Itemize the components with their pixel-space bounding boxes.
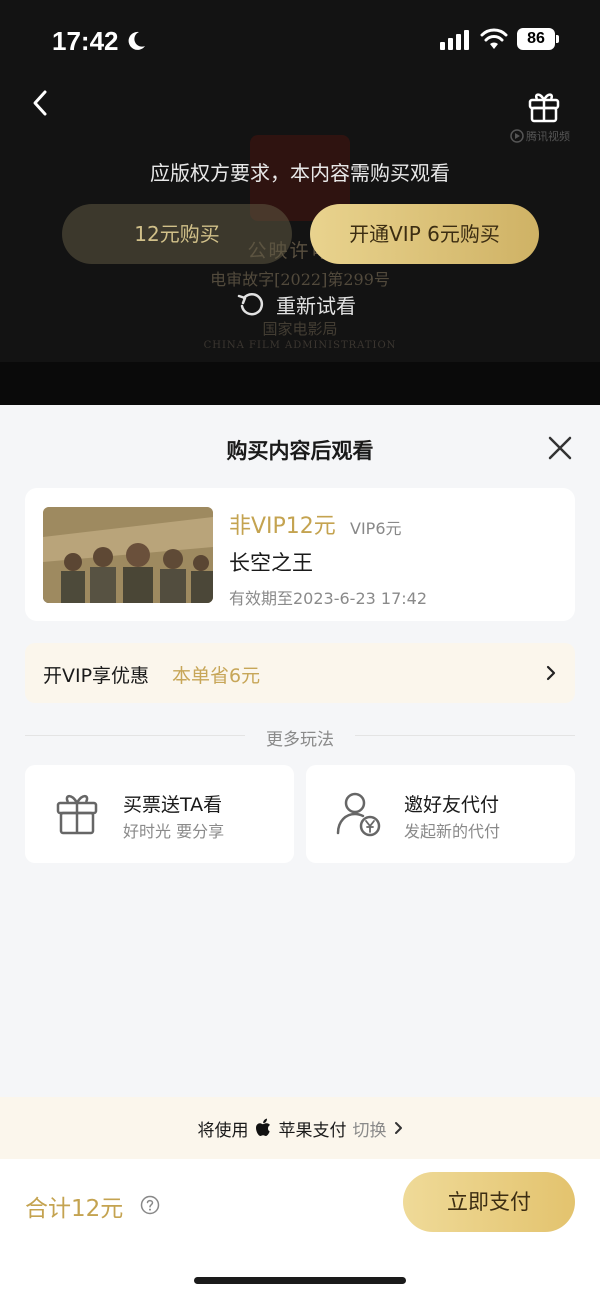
purchase-sheet: 购买内容后观看 非VIP12元 VIP6元 长空之王 有效期至2023-6-23… — [0, 405, 600, 1298]
user-yen-icon — [336, 792, 381, 837]
divider-right — [355, 735, 575, 736]
payment-method: 苹果支付 — [278, 1120, 347, 1141]
apple-icon — [255, 1118, 270, 1136]
back-icon[interactable] — [26, 88, 56, 118]
replay-icon — [237, 293, 264, 316]
close-icon[interactable] — [547, 435, 573, 461]
battery-indicator: 86 — [517, 28, 555, 50]
retry-preview-button[interactable]: 重新试看 — [236, 289, 356, 319]
vip-offer-row[interactable]: 开VIP享优惠 本单省6元 — [25, 643, 575, 703]
payment-method-row[interactable]: 将使用 苹果支付 切换 — [0, 1097, 600, 1159]
vip-offer-saving: 本单省6元 — [172, 665, 261, 687]
sheet-title: 购买内容后观看 — [226, 439, 374, 463]
payment-prefix: 将使用 — [197, 1120, 249, 1141]
validity-text: 有效期至2023-6-23 17:42 — [229, 589, 428, 608]
brand-watermark: 腾讯视频 — [510, 128, 570, 144]
video-player[interactable]: 公映许可证 电审故字[2022]第299号 国家电影局 CHINA FILM A… — [0, 0, 600, 405]
brand-name: 腾讯视频 — [526, 130, 570, 143]
gift-icon — [56, 794, 98, 835]
gift-icon[interactable] — [526, 88, 562, 124]
pay-now-button[interactable]: 立即支付 — [403, 1172, 575, 1232]
home-indicator[interactable] — [194, 1277, 406, 1284]
vip-price: VIP6元 — [350, 519, 402, 538]
vip-buy-button[interactable]: 开通VIP 6元购买 — [310, 204, 539, 264]
non-vip-price: 非VIP12元 — [229, 514, 336, 539]
poster-art — [43, 507, 213, 603]
status-bar: 17:42 86 — [0, 0, 600, 80]
retry-label: 重新试看 — [276, 293, 356, 318]
help-icon[interactable] — [140, 1195, 160, 1215]
buy-12-button[interactable]: 12元购买 — [62, 204, 292, 264]
copyright-notice: 应版权方要求，本内容需购买观看 — [150, 161, 450, 185]
status-time: 17:42 — [52, 26, 119, 56]
chevron-right-icon — [546, 665, 556, 681]
movie-title: 长空之王 — [229, 551, 313, 575]
content-card: 非VIP12元 VIP6元 长空之王 有效期至2023-6-23 17:42 — [25, 488, 575, 621]
gift-option-subtitle: 好时光 要分享 — [123, 822, 225, 841]
friend-pay-subtitle: 发起新的代付 — [404, 822, 501, 841]
signal-icon — [440, 30, 469, 50]
more-options-label: 更多玩法 — [266, 730, 334, 750]
gift-option-title: 买票送TA看 — [123, 794, 223, 816]
wifi-icon — [480, 28, 508, 49]
checkout-footer: 合计12元 立即支付 — [0, 1159, 600, 1298]
chevron-right-icon — [394, 1122, 402, 1134]
battery-tip — [556, 35, 559, 43]
cert-authority: 国家电影局 — [262, 320, 338, 338]
gift-ticket-option[interactable]: 买票送TA看 好时光 要分享 — [25, 765, 294, 863]
switch-payment-label: 切换 — [352, 1120, 387, 1141]
vip-offer-label: 开VIP享优惠 — [43, 665, 150, 687]
cert-authority-en: CHINA FILM ADMINISTRATION — [203, 340, 397, 351]
moon-icon — [128, 31, 145, 50]
cert-number: 电审故字[2022]第299号 — [210, 270, 390, 289]
friend-pay-title: 邀好友代付 — [404, 794, 500, 816]
friend-pay-option[interactable]: 邀好友代付 发起新的代付 — [306, 765, 575, 863]
movie-poster — [43, 507, 213, 603]
total-amount: 合计12元 — [25, 1196, 124, 1222]
play-logo-icon — [510, 129, 524, 143]
